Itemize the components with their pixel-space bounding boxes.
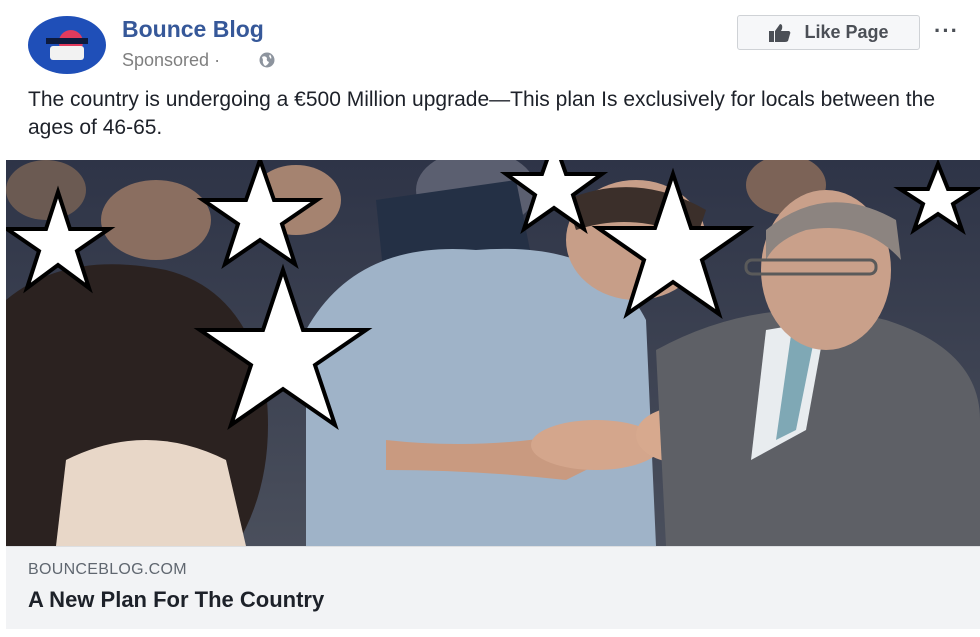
link-preview[interactable]: BOUNCEBLOG.COM A New Plan For The Countr… (6, 546, 980, 629)
post-photo-graphic (6, 160, 980, 546)
like-page-button[interactable]: Like Page (737, 15, 920, 50)
link-domain: BOUNCEBLOG.COM (28, 561, 187, 578)
link-title[interactable]: A New Plan For The Country (28, 587, 324, 613)
globe-icon (259, 52, 275, 68)
post-image[interactable] (6, 160, 980, 546)
sponsored-label[interactable]: Sponsored · (122, 50, 220, 71)
post-body-text: The country is undergoing a €500 Million… (28, 88, 935, 139)
more-options-icon[interactable]: ··· (934, 18, 959, 44)
like-page-label: Like Page (804, 22, 889, 42)
thumbs-up-icon (769, 23, 791, 42)
page-name-link[interactable]: Bounce Blog (122, 16, 264, 43)
sponsored-post-card: Bounce Blog Sponsored · Like Page ··· Th… (0, 0, 980, 637)
page-avatar[interactable] (28, 16, 106, 74)
